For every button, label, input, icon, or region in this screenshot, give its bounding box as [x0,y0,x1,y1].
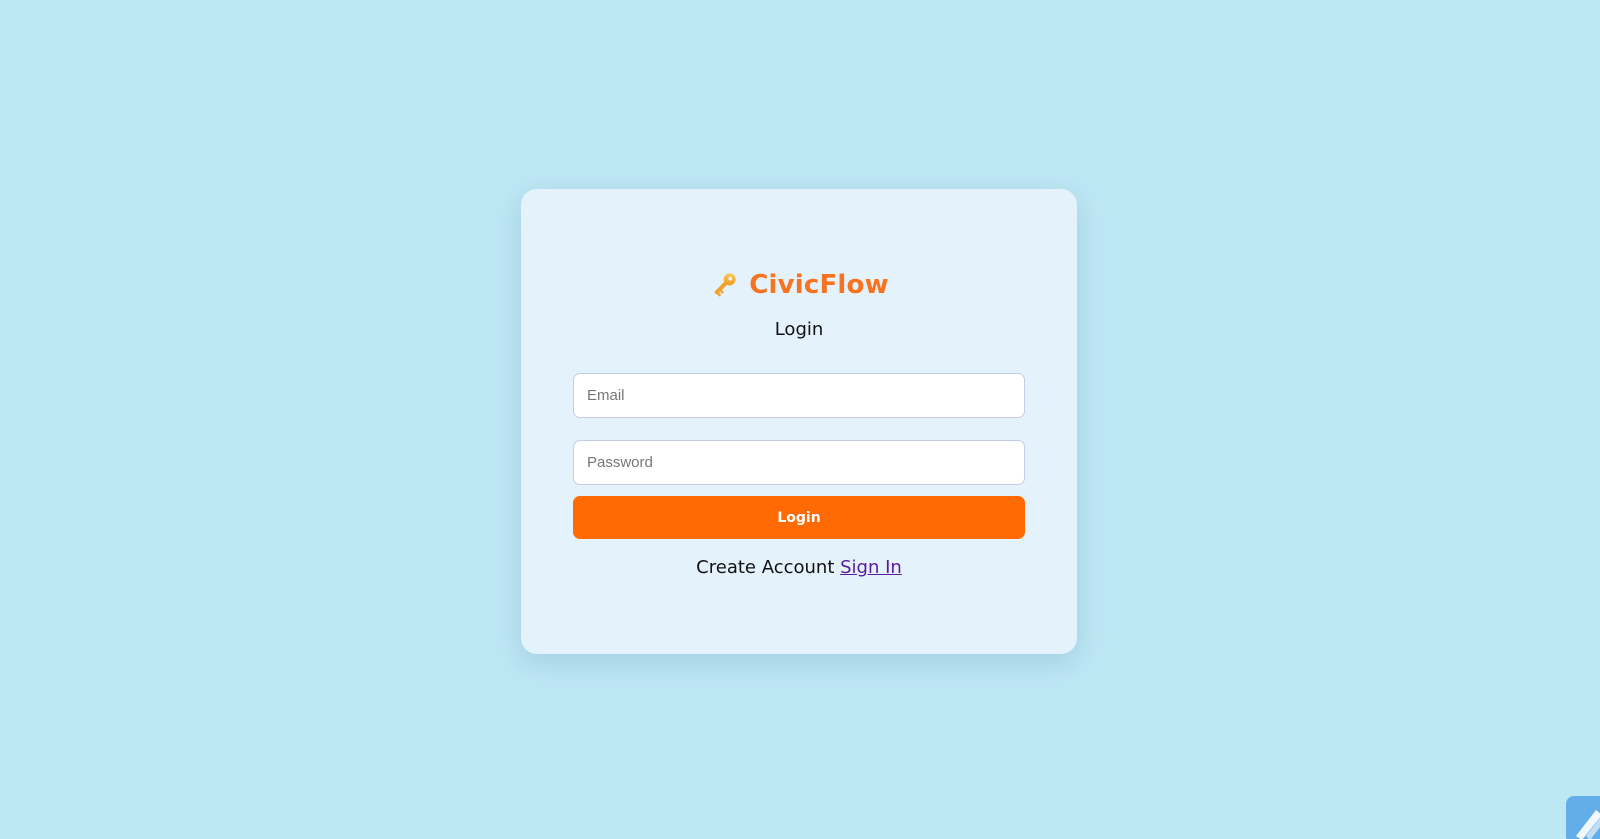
form-title: Login [774,319,824,340]
brand-name: CivicFlow [749,270,889,300]
password-input[interactable] [573,440,1025,485]
footer-text: Create Account [696,557,835,578]
email-input[interactable] [573,373,1025,418]
brand-header: CivicFlow [573,267,1025,303]
key-icon [709,270,739,300]
sign-in-link[interactable]: Sign In [840,557,902,578]
corner-widget-button[interactable] [1566,796,1600,839]
login-card: CivicFlow Login Login Create Account Sig… [521,189,1077,654]
login-button[interactable]: Login [573,496,1025,539]
account-footer: Create Account Sign In [573,557,1025,578]
edit-pencil-icon [1566,810,1600,839]
